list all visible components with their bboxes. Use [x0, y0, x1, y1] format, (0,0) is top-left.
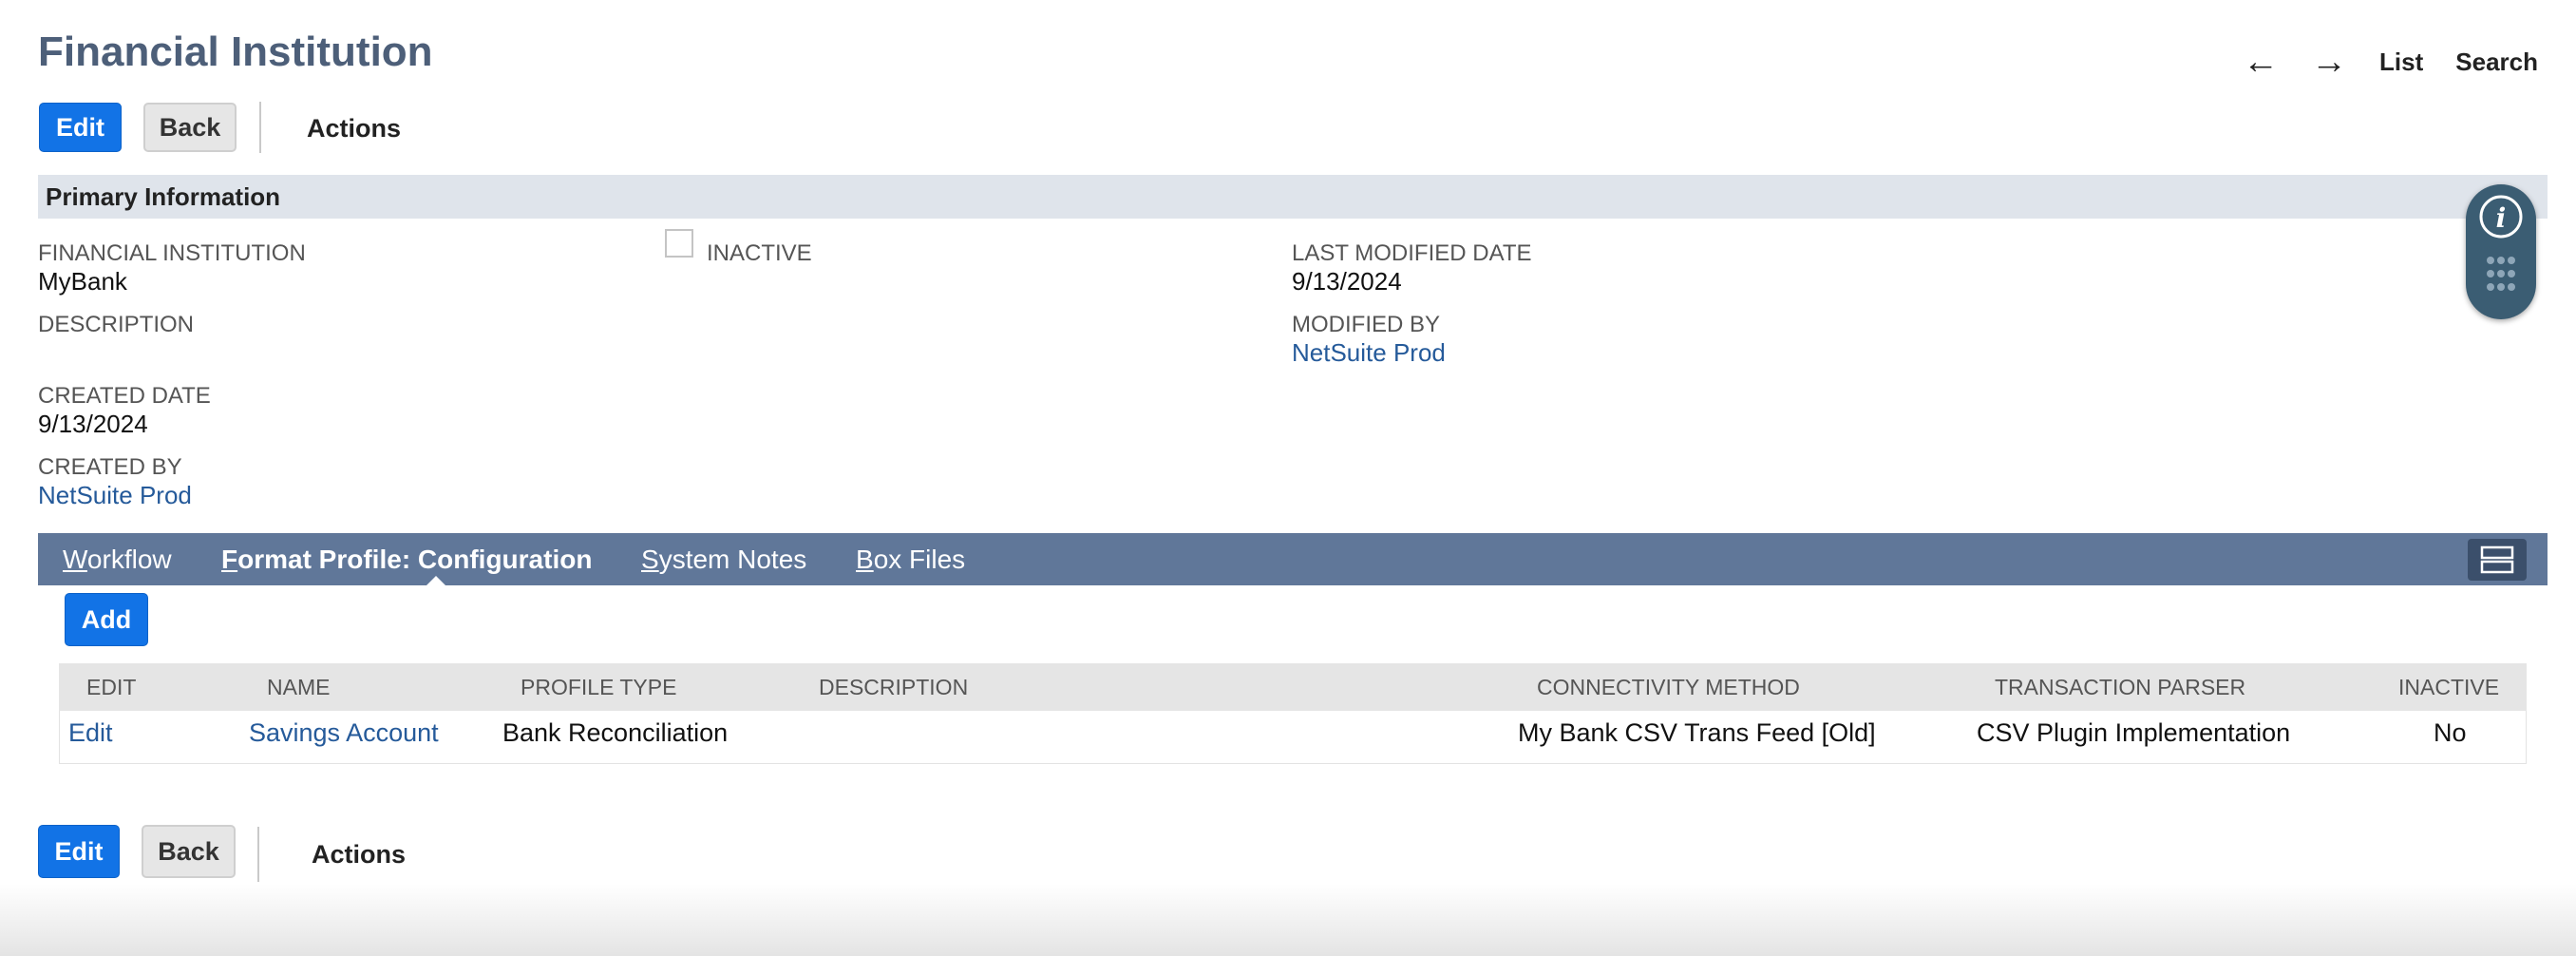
column-header-name: NAME — [267, 675, 331, 699]
page-title: Financial Institution — [38, 29, 433, 75]
tab-workflow[interactable]: Workflow — [63, 545, 172, 575]
tab-format-profile-configuration[interactable]: Format Profile: Configuration — [221, 545, 592, 575]
financial-institution-label: FINANCIAL INSTITUTION — [38, 240, 306, 266]
actions-menu[interactable]: Actions — [307, 114, 401, 143]
list-link[interactable]: List — [2379, 48, 2423, 77]
help-widget: i — [2466, 184, 2536, 319]
tab-box-files[interactable]: Box Files — [856, 545, 965, 575]
created-date-value: 9/13/2024 — [38, 410, 148, 438]
row-name-link[interactable]: Savings Account — [249, 718, 439, 748]
back-button[interactable]: Back — [143, 103, 237, 152]
row-connectivity-method: My Bank CSV Trans Feed [Old] — [1518, 718, 1876, 747]
table-row: Edit Savings Account Bank Reconciliation… — [59, 711, 2527, 764]
sublist-header: EDIT NAME PROFILE TYPE DESCRIPTION CONNE… — [59, 663, 2527, 711]
svg-text:i: i — [2496, 202, 2507, 234]
add-button[interactable]: Add — [65, 593, 148, 646]
inactive-checkbox — [665, 229, 693, 258]
tab-system-notes[interactable]: System Notes — [641, 545, 806, 575]
active-tab-indicator — [425, 576, 447, 587]
layout-toggle-icon[interactable] — [2468, 539, 2527, 581]
row-transaction-parser: CSV Plugin Implementation — [1977, 718, 2291, 747]
row-profile-type: Bank Reconciliation — [502, 718, 729, 747]
footer-edit-button[interactable]: Edit — [38, 825, 120, 878]
info-icon[interactable]: i — [2466, 184, 2536, 319]
arrow-right-icon[interactable]: → — [2311, 44, 2347, 80]
modified-by-label: MODIFIED BY — [1292, 312, 1441, 337]
footer-back-button[interactable]: Back — [142, 825, 236, 878]
toolbar-divider — [259, 102, 261, 153]
created-by-link[interactable]: NetSuite Prod — [38, 481, 192, 510]
column-header-edit: EDIT — [86, 675, 137, 699]
column-header-description: DESCRIPTION — [819, 675, 969, 699]
column-header-transaction-parser: TRANSACTION PARSER — [1995, 675, 2246, 699]
arrow-left-icon[interactable]: ← — [2243, 44, 2279, 80]
financial-institution-value: MyBank — [38, 267, 127, 296]
subtab-bar: Workflow Format Profile: Configuration S… — [38, 533, 2548, 587]
created-date-label: CREATED DATE — [38, 383, 211, 409]
column-header-connectivity-method: CONNECTIVITY METHOD — [1537, 675, 1800, 699]
page-bottom-shadow — [0, 884, 2576, 956]
primary-information-header[interactable]: Primary Information — [38, 175, 2548, 219]
footer-actions-menu[interactable]: Actions — [312, 840, 406, 870]
description-label: DESCRIPTION — [38, 312, 195, 337]
last-modified-date-label: LAST MODIFIED DATE — [1292, 240, 1532, 266]
column-header-inactive: INACTIVE — [2398, 675, 2500, 699]
column-header-profile-type: PROFILE TYPE — [521, 675, 677, 699]
edit-button[interactable]: Edit — [39, 103, 122, 152]
row-inactive: No — [2434, 718, 2467, 747]
row-edit-link[interactable]: Edit — [68, 718, 113, 748]
footer-toolbar-divider — [257, 827, 259, 882]
search-link[interactable]: Search — [2455, 48, 2538, 77]
grid-dots-icon — [2487, 257, 2515, 291]
record-navigation: ← → List Search — [2243, 44, 2538, 80]
modified-by-link[interactable]: NetSuite Prod — [1292, 338, 1446, 368]
last-modified-date-value: 9/13/2024 — [1292, 267, 1402, 296]
inactive-label: INACTIVE — [707, 240, 812, 266]
created-by-label: CREATED BY — [38, 454, 182, 480]
